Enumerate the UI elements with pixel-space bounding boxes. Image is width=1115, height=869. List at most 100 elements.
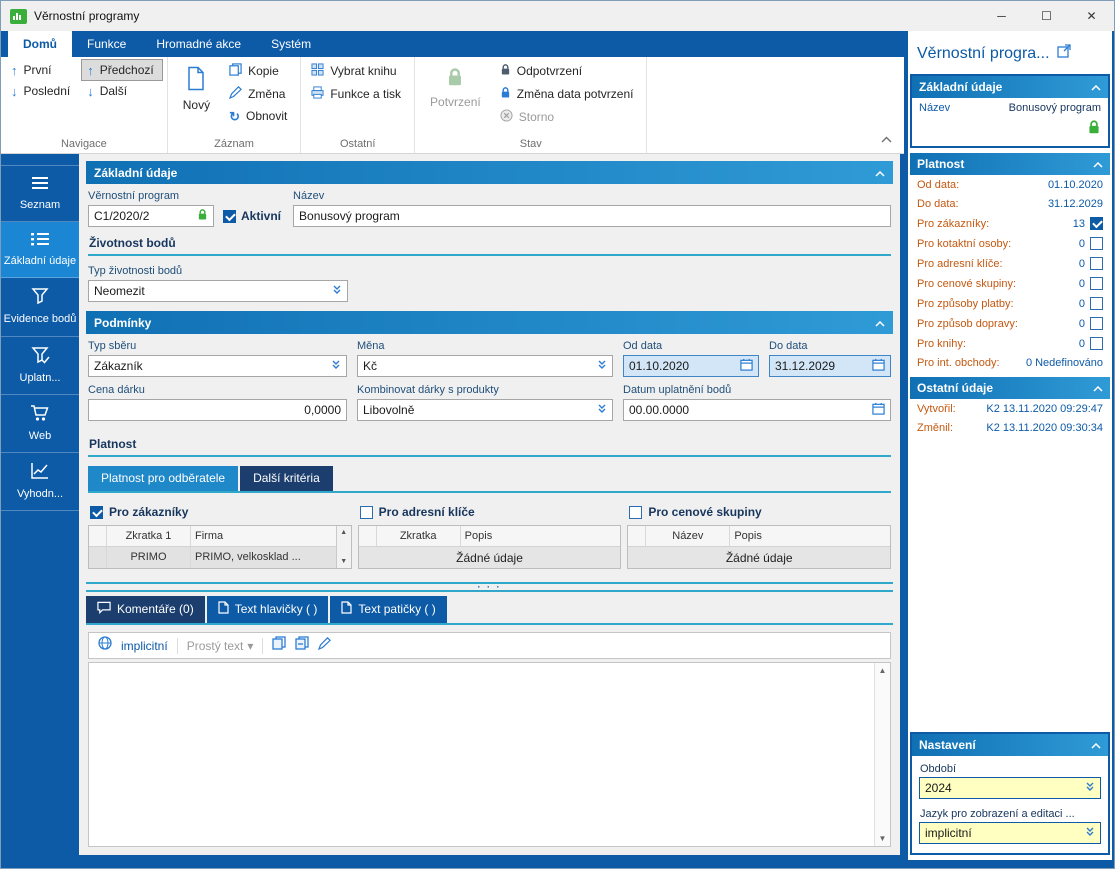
- splitter-handle[interactable]: · · ·: [86, 582, 893, 592]
- currency-dropdown[interactable]: Kč: [357, 355, 613, 377]
- copy-button[interactable]: Kopie: [224, 60, 295, 82]
- editor-scrollbar[interactable]: ▲ ▼: [874, 663, 890, 846]
- chevron-double-down-icon: [597, 359, 607, 373]
- loyalty-program-field[interactable]: C1/2020/2: [88, 205, 214, 227]
- points-apply-date-field[interactable]: 00.00.0000: [623, 399, 891, 421]
- to-date-field[interactable]: 31.12.2029: [769, 355, 891, 377]
- copy-icon[interactable]: [272, 636, 286, 655]
- maximize-button[interactable]: ☐: [1024, 1, 1069, 31]
- collapse-ribbon-icon[interactable]: [881, 130, 892, 148]
- tab-text-paticky[interactable]: Text patičky ( ): [330, 596, 446, 623]
- checkbox-unchecked-icon[interactable]: [1090, 257, 1103, 270]
- lifetime-type-label: Typ životnosti bodů: [88, 265, 891, 277]
- preview-zakladni-udaje-box: Základní údaje Název Bonusový program: [910, 74, 1110, 148]
- address-keys-checkbox[interactable]: Pro adresní klíče: [358, 502, 622, 525]
- sidebar-item-web[interactable]: Web: [1, 395, 79, 453]
- active-checkbox[interactable]: Aktivní: [223, 209, 281, 223]
- edit-pencil-icon[interactable]: [318, 637, 331, 655]
- period-dropdown[interactable]: 2024: [919, 777, 1101, 799]
- preview-row: Pro způsob dopravy: 0: [910, 313, 1110, 333]
- previous-button[interactable]: ↑ Předchozí: [82, 60, 162, 80]
- checkbox-unchecked-icon[interactable]: [1090, 297, 1103, 310]
- last-button[interactable]: ↓ Poslední: [6, 81, 78, 101]
- from-date-field[interactable]: 01.10.2020: [623, 355, 759, 377]
- title-bar: Věrnostní programy ─ ☐ ✕: [1, 1, 1114, 31]
- chevron-up-icon: [1093, 157, 1103, 171]
- validity-tabs: Platnost pro odběratele Další kritéria: [88, 466, 891, 493]
- preview-name-label: Název: [919, 102, 950, 114]
- ribbon-tab-hromadne-akce[interactable]: Hromadné akce: [141, 31, 256, 57]
- window-title: Věrnostní programy: [34, 9, 139, 23]
- ribbon-tab-funkce[interactable]: Funkce: [72, 31, 141, 57]
- name-field[interactable]: Bonusový program: [293, 205, 891, 227]
- tab-platnost-pro-odberatele[interactable]: Platnost pro odběratele: [88, 466, 238, 491]
- edit-button[interactable]: Změna: [224, 83, 295, 105]
- ribbon-tab-domu[interactable]: Domů: [8, 31, 72, 57]
- checkbox-checked-icon[interactable]: [1090, 217, 1103, 230]
- paste-icon[interactable]: [295, 636, 309, 655]
- editor-toolbar: implicitní Prostý text ▾: [88, 632, 891, 659]
- next-button[interactable]: ↓ Další: [82, 81, 162, 101]
- sidebar-item-vyhodnoceni[interactable]: Vyhodn...: [1, 453, 79, 511]
- ribbon-tab-bar: Domů Funkce Hromadné akce Systém: [1, 31, 904, 57]
- preview-header-zakladni-udaje[interactable]: Základní údaje: [912, 76, 1108, 98]
- language-dropdown[interactable]: implicitní: [919, 822, 1101, 844]
- empty-table-message: Žádné údaje: [628, 547, 890, 568]
- comment-text-area[interactable]: ▲ ▼: [88, 662, 891, 847]
- splitter-dots-icon: · · ·: [478, 582, 502, 592]
- preview-header-platnost[interactable]: Platnost: [910, 153, 1110, 175]
- refresh-button[interactable]: ↻ Obnovit: [224, 106, 295, 126]
- scroll-up-icon[interactable]: ▲: [340, 529, 347, 536]
- language-implicit-button[interactable]: implicitní: [121, 639, 168, 653]
- close-button[interactable]: ✕: [1069, 1, 1114, 31]
- chevron-double-down-icon: [597, 403, 607, 417]
- checkbox-unchecked-icon[interactable]: [1090, 337, 1103, 350]
- table-scrollbar[interactable]: ▲ ▼: [336, 526, 351, 568]
- checkbox-unchecked-icon[interactable]: [1090, 317, 1103, 330]
- table-row[interactable]: PRIMO PRIMO, velkosklad ...: [89, 547, 336, 568]
- confirm-button[interactable]: Potvrzení: [420, 60, 491, 111]
- external-link-icon[interactable]: [1057, 44, 1071, 63]
- calendar-icon: [872, 358, 885, 374]
- arrow-up-icon: ↑: [87, 64, 94, 77]
- price-groups-checkbox[interactable]: Pro cenové skupiny: [627, 502, 891, 525]
- scroll-down-icon[interactable]: ▼: [879, 834, 887, 843]
- unconfirm-button[interactable]: Odpotvrzení: [495, 60, 642, 82]
- cancel-button[interactable]: Storno: [495, 106, 642, 128]
- arrow-down-bar-icon: ↓: [11, 85, 18, 98]
- plain-text-dropdown[interactable]: Prostý text ▾: [187, 639, 254, 653]
- collection-type-dropdown[interactable]: Zákazník: [88, 355, 347, 377]
- combine-gifts-dropdown[interactable]: Libovolně: [357, 399, 613, 421]
- first-button[interactable]: ↑ První: [6, 60, 78, 80]
- section-header-podminky[interactable]: Podmínky: [86, 311, 893, 334]
- table-header-row: Zkratka 1 Firma: [89, 526, 336, 547]
- sidebar-item-evidence-bodu[interactable]: Evidence bodů: [1, 278, 79, 336]
- customers-checkbox[interactable]: Pro zákazníky: [88, 502, 352, 525]
- checkbox-unchecked-icon[interactable]: [1090, 237, 1103, 250]
- scroll-up-icon[interactable]: ▲: [879, 666, 887, 675]
- gift-price-field[interactable]: 0,0000: [88, 399, 347, 421]
- scroll-down-icon[interactable]: ▼: [340, 558, 347, 565]
- preview-header-ostatni-udaje[interactable]: Ostatní údaje: [910, 377, 1110, 399]
- select-book-button[interactable]: Vybrat knihu: [306, 60, 409, 82]
- section-header-zakladni-udaje[interactable]: Základní údaje: [86, 161, 893, 184]
- ribbon-tab-system[interactable]: Systém: [256, 31, 326, 57]
- group-label-ostatni: Ostatní: [306, 136, 409, 153]
- functions-print-button[interactable]: Funkce a tisk: [306, 83, 409, 105]
- app-window: Věrnostní programy ─ ☐ ✕ Domů Funkce Hro…: [0, 0, 1115, 869]
- toolbar-separator: [262, 638, 263, 654]
- lock-icon-pale: [446, 66, 464, 91]
- tab-dalsi-kriteria[interactable]: Další kritéria: [240, 466, 333, 491]
- section-podminky: Podmínky Typ sběru Zákazník: [86, 311, 893, 578]
- sidebar-item-zakladni-udaje[interactable]: Základní údaje: [1, 222, 79, 278]
- minimize-button[interactable]: ─: [979, 1, 1024, 31]
- change-confirm-date-button[interactable]: Změna data potvrzení: [495, 83, 642, 105]
- tab-text-hlavicky[interactable]: Text hlavičky ( ): [207, 596, 329, 623]
- settings-header[interactable]: Nastavení: [912, 734, 1108, 756]
- tab-komentare[interactable]: Komentáře (0): [86, 596, 205, 623]
- sidebar-item-seznam[interactable]: Seznam: [1, 165, 79, 222]
- checkbox-unchecked-icon[interactable]: [1090, 277, 1103, 290]
- new-button[interactable]: Nový: [173, 60, 220, 114]
- sidebar-item-uplatneni[interactable]: Uplatn...: [1, 337, 79, 395]
- lifetime-type-dropdown[interactable]: Neomezit: [88, 280, 348, 302]
